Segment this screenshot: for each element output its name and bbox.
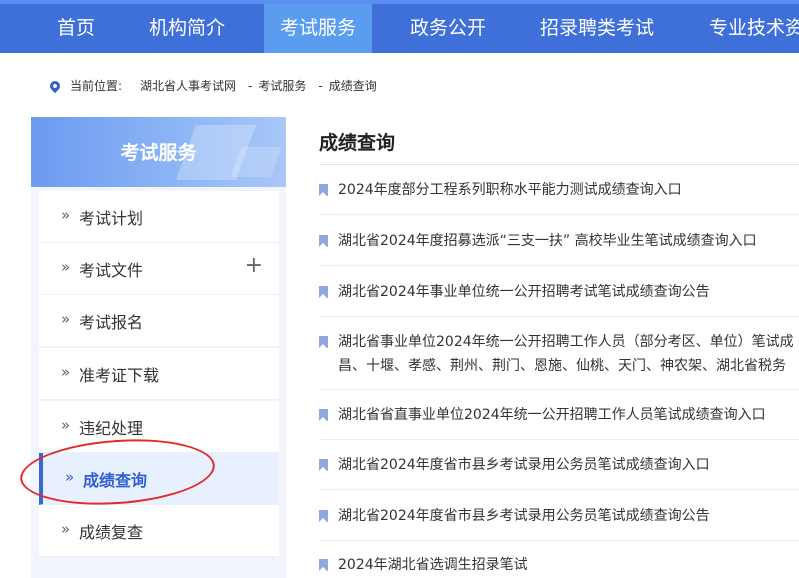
double-chevron-right-icon: » [61, 258, 71, 276]
top-navigation: 首页 机构简介 考试服务 政务公开 招录聘类考试 专业技术资 [0, 0, 799, 53]
double-chevron-right-icon: » [61, 416, 71, 434]
list-item[interactable]: 湖北省2024年度省市县乡考试录用公务员笔试成绩查询入口 [319, 453, 799, 490]
list-item-title-continued[interactable]: 昌、十堰、孝感、荆州、荆门、恩施、仙桃、天门、神农架、湖北省税务 [338, 354, 786, 378]
double-chevron-right-icon: » [61, 310, 71, 328]
list-item[interactable]: 2024年度部分工程系列职称水平能力测试成绩查询入口 [319, 178, 799, 215]
list-item-title[interactable]: 湖北省2024年度省市县乡考试录用公务员笔试成绩查询入口 [338, 453, 710, 477]
list-item[interactable]: 湖北省2024年事业单位统一公开招聘考试笔试成绩查询公告 [319, 280, 799, 317]
bookmark-icon [319, 286, 328, 298]
bookmark-icon [319, 336, 328, 348]
sidebar-item-label: 考试文件 [79, 261, 144, 280]
list-item-title[interactable]: 湖北省事业单位2024年统一公开招聘工作人员（部分考区、单位）笔试成 [338, 330, 794, 354]
list-item-title[interactable]: 湖北省2024年事业单位统一公开招聘考试笔试成绩查询公告 [338, 280, 710, 304]
sidebar-item-label: 准考证下载 [79, 366, 160, 385]
title-divider [319, 164, 799, 165]
list-item[interactable]: 湖北省2024年度省市县乡考试录用公务员笔试成绩查询公告 [319, 504, 799, 541]
breadcrumb-link-home[interactable]: 湖北省人事考试网 [140, 77, 236, 94]
bookmark-icon [319, 409, 328, 421]
sidebar-item-admission-ticket[interactable]: » 准考证下载 [39, 348, 279, 400]
breadcrumb: 当前位置: 湖北省人事考试网 - 考试服务 - 成绩查询 [47, 77, 383, 94]
bookmark-icon [319, 235, 328, 247]
nav-item-exam-services[interactable]: 考试服务 [264, 4, 373, 53]
list-item[interactable]: 2024年湖北省选调生招录笔试 [319, 553, 799, 578]
list-item-title[interactable]: 湖北省2024年度招募选派“三支一扶” 高校毕业生笔试成绩查询入口 [338, 229, 757, 253]
expand-plus-icon[interactable]: + [245, 253, 263, 278]
double-chevron-right-icon: » [65, 468, 75, 486]
breadcrumb-separator: - [318, 78, 323, 93]
nav-item-about[interactable]: 机构简介 [149, 4, 225, 53]
list-item-title[interactable]: 2024年湖北省选调生招录笔试 [338, 553, 528, 577]
list-item-title[interactable]: 2024年度部分工程系列职称水平能力测试成绩查询入口 [338, 178, 682, 202]
double-chevron-right-icon: » [61, 206, 71, 224]
double-chevron-right-icon: » [61, 520, 71, 538]
sidebar-item-label: 考试计划 [79, 209, 144, 228]
sidebar-item-score-query[interactable]: » 成绩查询 [39, 453, 279, 505]
bookmark-icon [319, 559, 328, 571]
sidebar-item-label: 成绩复查 [79, 523, 144, 542]
list-item[interactable]: 湖北省事业单位2024年统一公开招聘工作人员（部分考区、单位）笔试成 昌、十堰、… [319, 330, 799, 390]
sidebar-item-exam-registration[interactable]: » 考试报名 [39, 295, 279, 347]
bookmark-icon [319, 510, 328, 522]
nav-item-recruitment-exams[interactable]: 招录聘类考试 [540, 4, 654, 53]
sidebar-item-label: 考试报名 [79, 313, 144, 332]
breadcrumb-prefix: 当前位置: [70, 79, 123, 93]
sidebar-item-label: 成绩查询 [83, 471, 148, 490]
list-item[interactable]: 湖北省省直事业单位2024年统一公开招聘工作人员笔试成绩查询入口 [319, 403, 799, 440]
breadcrumb-link-exam-services[interactable]: 考试服务 [258, 77, 306, 94]
nav-item-government-affairs[interactable]: 政务公开 [410, 4, 486, 53]
breadcrumb-separator: - [248, 78, 253, 93]
sidebar-header: 考试服务 [31, 117, 286, 187]
list-item[interactable]: 湖北省2024年度招募选派“三支一扶” 高校毕业生笔试成绩查询入口 [319, 229, 799, 266]
bookmark-icon [319, 459, 328, 471]
sidebar-item-label: 违纪处理 [79, 419, 144, 438]
nav-item-professional-tech[interactable]: 专业技术资 [709, 4, 799, 53]
double-chevron-right-icon: » [61, 363, 71, 381]
sidebar-item-violation-handling[interactable]: » 违纪处理 [39, 401, 279, 453]
bookmark-icon [319, 184, 328, 196]
sidebar-item-exam-documents[interactable]: » 考试文件 + [39, 243, 279, 295]
nav-item-home[interactable]: 首页 [57, 4, 95, 53]
sidebar: 考试服务 » 考试计划 » 考试文件 + » 考试报名 » 准考证下载 » 违纪… [31, 117, 286, 578]
sidebar-item-score-review[interactable]: » 成绩复查 [39, 505, 279, 557]
location-pin-icon [47, 78, 63, 93]
sidebar-item-exam-plan[interactable]: » 考试计划 [39, 191, 279, 243]
list-item-title[interactable]: 湖北省省直事业单位2024年统一公开招聘工作人员笔试成绩查询入口 [338, 403, 766, 427]
sidebar-title: 考试服务 [120, 142, 197, 164]
page-title: 成绩查询 [319, 132, 396, 154]
breadcrumb-current: 成绩查询 [328, 79, 377, 93]
list-item-title[interactable]: 湖北省2024年度省市县乡考试录用公务员笔试成绩查询公告 [338, 504, 710, 528]
